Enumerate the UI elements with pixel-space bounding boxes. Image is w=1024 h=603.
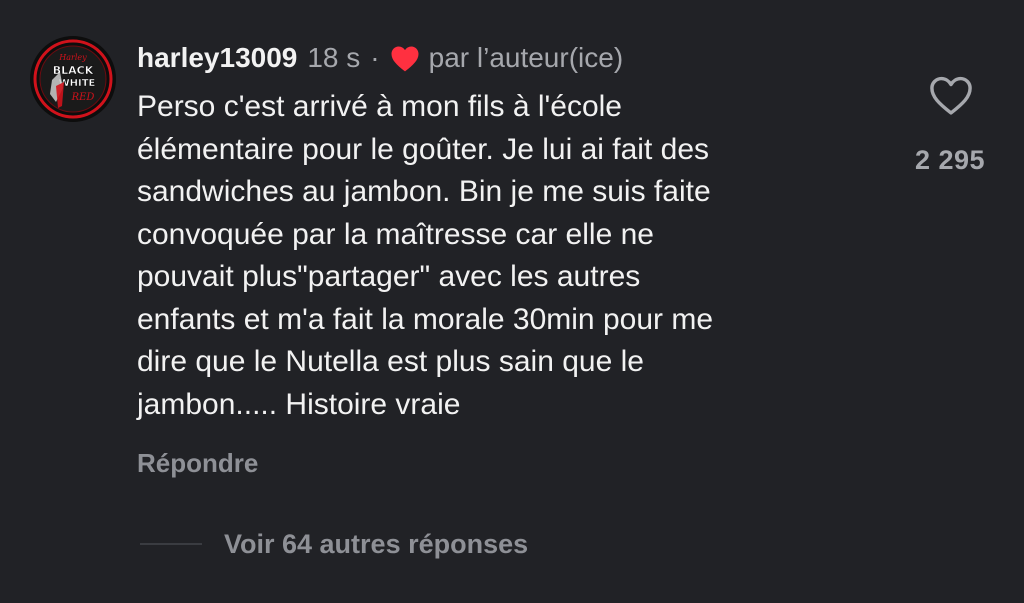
- comment-text: Perso c'est arrivé à mon fils à l'école …: [137, 90, 714, 421]
- reply-button[interactable]: Répondre: [137, 445, 258, 481]
- avatar-logo-white: WHITE: [59, 78, 96, 89]
- username[interactable]: harley13009: [137, 38, 297, 78]
- avatar-logo-red: RED: [71, 92, 95, 103]
- comment-header: harley13009 18 s · par l’auteur(ice): [137, 38, 623, 78]
- like-count: 2 295: [914, 145, 986, 175]
- view-replies-button[interactable]: Voir 64 autres réponses: [224, 526, 528, 562]
- avatar[interactable]: Harley BLACK WHITE RED: [30, 36, 116, 122]
- liked-by-author-label: par l’auteur(ice): [428, 42, 624, 73]
- red-heart-icon: [390, 44, 420, 72]
- heart-outline-icon: [930, 76, 972, 115]
- replies-divider: [140, 543, 202, 545]
- like-button[interactable]: [928, 74, 974, 118]
- separator-dot: ·: [370, 42, 380, 73]
- black-white-red-logo-avatar: Harley BLACK WHITE RED: [30, 36, 116, 122]
- avatar-logo-script: Harley: [58, 53, 87, 62]
- comment-item: Harley BLACK WHITE RED harley13009 18 s …: [0, 0, 1024, 603]
- timestamp: 18 s: [307, 42, 361, 73]
